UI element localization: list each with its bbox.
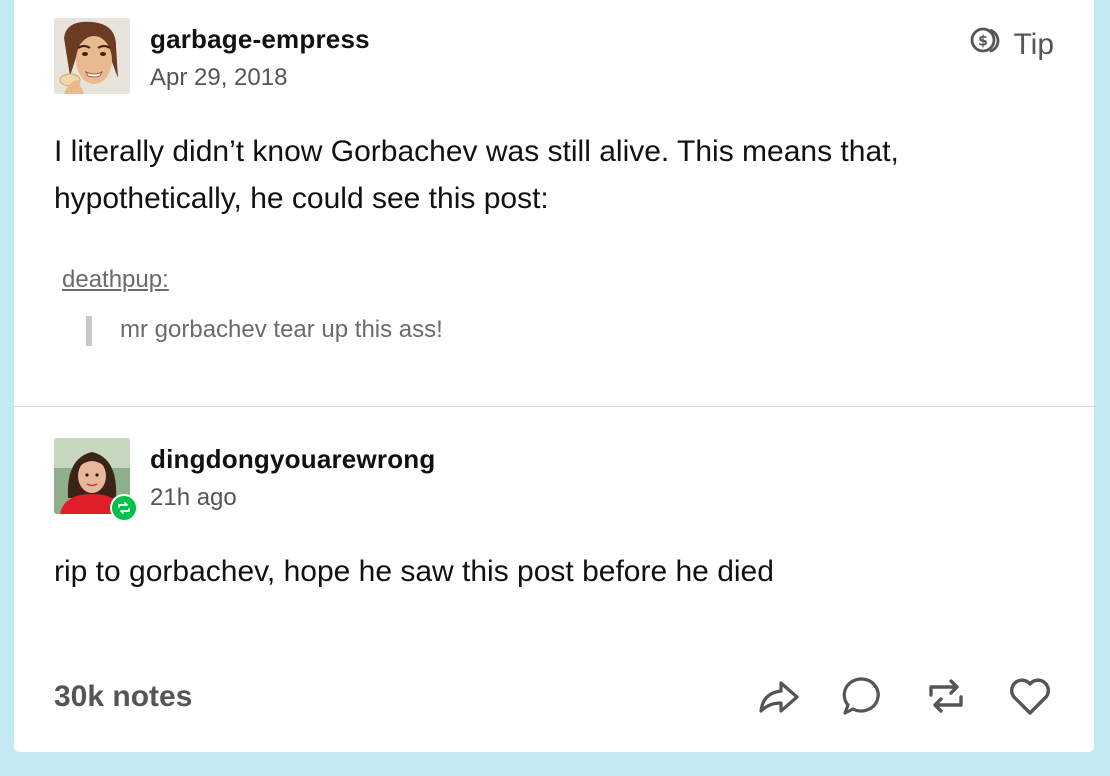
notes-count[interactable]: 30k notes bbox=[54, 680, 192, 714]
post-actions bbox=[754, 672, 1054, 720]
tip-coin-icon: $ bbox=[969, 24, 1003, 66]
tip-label: Tip bbox=[1013, 28, 1054, 61]
reblog-button[interactable] bbox=[922, 672, 970, 720]
reply-icon bbox=[842, 677, 880, 715]
post-footer: 30k notes bbox=[54, 668, 1054, 728]
reblog-timestamp[interactable]: 21h ago bbox=[150, 484, 237, 512]
reblog-header: dingdongyouarewrong 21h ago bbox=[54, 438, 1054, 522]
tip-button[interactable]: $ Tip bbox=[969, 24, 1054, 66]
avatar-garbage-empress[interactable] bbox=[54, 18, 130, 94]
post-username[interactable]: garbage-empress bbox=[150, 24, 370, 55]
post-timestamp[interactable]: Apr 29, 2018 bbox=[150, 64, 287, 92]
quote-bar bbox=[86, 316, 92, 346]
share-icon bbox=[759, 681, 799, 713]
reblog-badge-icon bbox=[110, 494, 138, 522]
heart-icon bbox=[1010, 678, 1050, 715]
svg-text:$: $ bbox=[979, 34, 989, 50]
quoted-post: deathpup: mr gorbachev tear up this ass! bbox=[60, 262, 580, 352]
reply-button[interactable] bbox=[838, 672, 886, 720]
reblog-icon bbox=[929, 679, 963, 713]
reblog-body: rip to gorbachev, hope he saw this post … bbox=[54, 555, 774, 588]
quoted-text: mr gorbachev tear up this ass! bbox=[120, 316, 443, 343]
reblog-username[interactable]: dingdongyouarewrong bbox=[150, 444, 435, 475]
share-button[interactable] bbox=[754, 672, 802, 720]
post-header: garbage-empress Apr 29, 2018 $ Tip bbox=[54, 18, 1054, 98]
divider bbox=[14, 406, 1094, 407]
quoted-username[interactable]: deathpup: bbox=[62, 266, 169, 294]
post-body: I literally didn’t know Gorbachev was st… bbox=[54, 135, 899, 215]
like-button[interactable] bbox=[1006, 672, 1054, 720]
post-card: garbage-empress Apr 29, 2018 $ Tip I lit… bbox=[14, 0, 1094, 752]
